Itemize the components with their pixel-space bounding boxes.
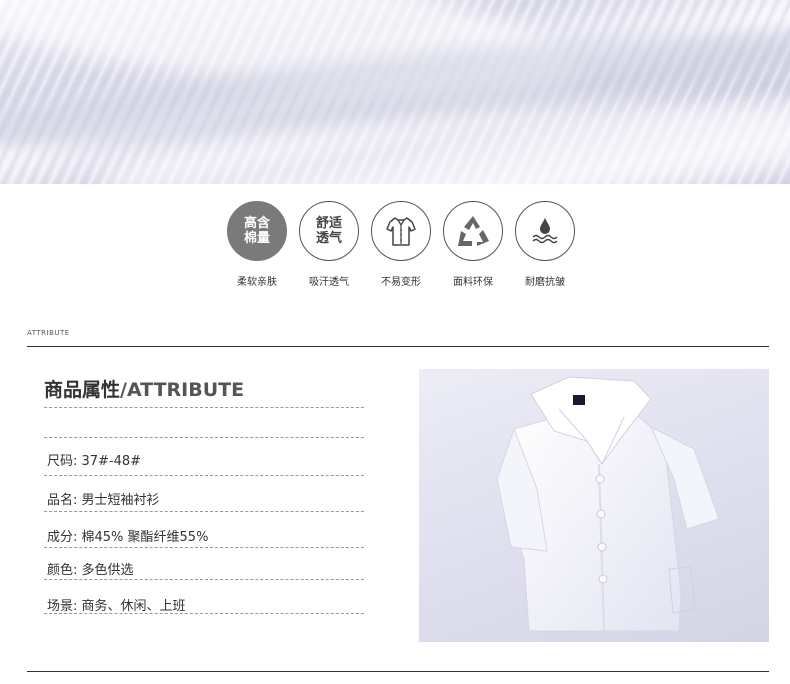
attribute-scene: 场景: 商务、休闲、上班 [47,599,186,614]
feature-label: 吸汗透气 [309,277,349,288]
feature-label: 柔软亲肤 [237,277,277,288]
attribute-size: 尺码: 37#-48# [47,454,142,469]
feature-label: 不易变形 [381,277,421,288]
attribute-title: 商品属性/ATTRIBUTE [44,375,244,402]
comfort-badge-icon: 舒适 透气 [299,201,359,261]
shirt-icon [371,201,431,261]
feature-label: 面料环保 [453,277,493,288]
attribute-composition: 成分: 棉45% 聚酯纤维55% [47,530,209,545]
high-cotton-badge-icon: 高含 棉量 [227,201,287,261]
feature-label: 耐磨抗皱 [525,277,565,288]
attribute-title-en: /ATTRIBUTE [120,379,245,401]
feature-soft: 高含 棉量 柔软亲肤 [222,201,292,288]
dashed-divider [44,547,364,548]
dashed-divider [44,407,364,408]
dashed-divider [44,511,364,512]
attribute-color: 颜色: 多色供选 [47,563,134,578]
dashed-divider [44,437,364,438]
water-drop-icon [515,201,575,261]
section-divider [27,346,769,347]
recycle-icon [443,201,503,261]
dashed-divider [44,613,364,614]
attribute-title-cn: 商品属性 [44,379,121,401]
attribute-product-name: 品名: 男士短袖衬衫 [47,493,160,508]
section-small-title: ATTRIBUTE [27,329,70,337]
feature-wear-resistant: 耐磨抗皱 [510,201,580,288]
feature-no-deform: 不易变形 [366,201,436,288]
feature-icons-row: 高含 棉量 柔软亲肤 舒适 透气 吸汗透气 不易变形 面料环保 耐磨抗皱 [222,201,578,291]
feature-breathable: 舒适 透气 吸汗透气 [294,201,364,288]
dashed-divider [44,475,364,476]
fabric-banner-image [0,0,790,184]
dashed-divider [44,579,364,580]
feature-eco: 面料环保 [438,201,508,288]
bottom-divider [27,671,769,672]
shirt-product-photo [419,369,769,642]
